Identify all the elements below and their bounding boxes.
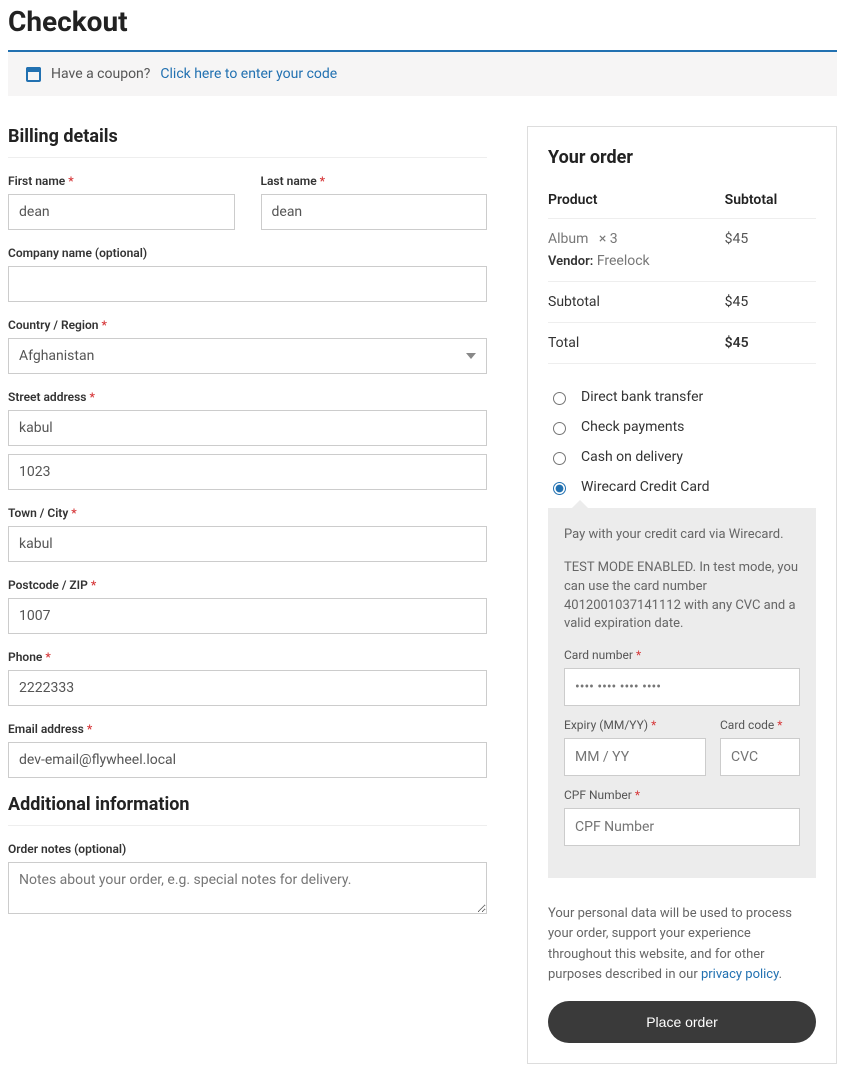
cpf-label: CPF Number *	[564, 788, 800, 802]
street2-input[interactable]	[8, 454, 487, 490]
radio-wirecard[interactable]	[553, 482, 566, 495]
item-line-total: $45	[725, 219, 816, 282]
coupon-prompt: Have a coupon?	[51, 66, 150, 82]
payment-option-check: Check payments	[548, 412, 816, 442]
order-summary-panel: Your order Product Subtotal Album × 3 Ve…	[527, 126, 837, 1064]
billing-heading: Billing details	[8, 126, 487, 147]
company-label: Company name (optional)	[8, 246, 487, 260]
payment-option-bank: Direct bank transfer	[548, 382, 816, 412]
order-heading: Your order	[548, 147, 816, 168]
item-qty	[592, 231, 599, 247]
privacy-text: Your personal data will be used to proce…	[548, 904, 816, 985]
street1-input[interactable]	[8, 410, 487, 446]
chevron-down-icon	[466, 353, 476, 359]
first-name-input[interactable]	[8, 194, 235, 230]
radio-check[interactable]	[553, 422, 566, 435]
radio-cod[interactable]	[553, 452, 566, 465]
expiry-label: Expiry (MM/YY) *	[564, 718, 706, 732]
card-number-input[interactable]	[564, 668, 800, 706]
city-input[interactable]	[8, 526, 487, 562]
place-order-button[interactable]: Place order	[548, 1001, 816, 1043]
notes-label: Order notes (optional)	[8, 842, 487, 856]
cpf-input[interactable]	[564, 808, 800, 846]
page-title: Checkout	[8, 5, 837, 38]
first-name-label: First name *	[8, 174, 235, 188]
expiry-input[interactable]	[564, 738, 706, 776]
cvc-input[interactable]	[720, 738, 800, 776]
coupon-link[interactable]: Click here to enter your code	[160, 66, 337, 82]
last-name-input[interactable]	[261, 194, 488, 230]
phone-input[interactable]	[8, 670, 487, 706]
order-line-item: Album × 3 Vendor: Freelock $45	[548, 219, 816, 282]
country-select[interactable]: Afghanistan	[8, 338, 487, 374]
order-table: Product Subtotal Album × 3 Vendor: Freel…	[548, 182, 816, 364]
vendor-label: Vendor:	[548, 254, 593, 269]
payment-option-wirecard: Wirecard Credit Card	[548, 472, 816, 502]
email-label: Email address *	[8, 722, 487, 736]
wirecard-panel: Pay with your credit card via Wirecard. …	[548, 508, 816, 878]
street-label: Street address *	[8, 390, 487, 404]
postcode-label: Postcode / ZIP *	[8, 578, 487, 592]
subtotal-value: $45	[725, 282, 816, 323]
payment-label: Wirecard Credit Card	[581, 479, 710, 495]
city-label: Town / City *	[8, 506, 487, 520]
payment-label: Check payments	[581, 419, 684, 435]
company-input[interactable]	[8, 266, 487, 302]
country-label: Country / Region *	[8, 318, 487, 332]
payment-label: Cash on delivery	[581, 449, 683, 465]
card-number-label: Card number *	[564, 648, 800, 662]
last-name-label: Last name *	[261, 174, 488, 188]
additional-heading: Additional information	[8, 794, 487, 815]
order-notes[interactable]	[8, 862, 487, 914]
total-value: $45	[725, 323, 816, 364]
privacy-link[interactable]: privacy policy	[701, 967, 779, 982]
vendor-name: Freelock	[597, 253, 650, 269]
cvc-label: Card code *	[720, 718, 800, 732]
radio-bank[interactable]	[553, 392, 566, 405]
payment-label: Direct bank transfer	[581, 389, 703, 405]
country-value: Afghanistan	[19, 348, 94, 364]
postcode-input[interactable]	[8, 598, 487, 634]
col-subtotal: Subtotal	[725, 182, 816, 219]
calendar-icon	[26, 67, 41, 82]
phone-label: Phone *	[8, 650, 487, 664]
payment-option-cod: Cash on delivery	[548, 442, 816, 472]
total-label: Total	[548, 323, 725, 364]
email-input[interactable]	[8, 742, 487, 778]
item-name: Album	[548, 231, 588, 247]
subtotal-label: Subtotal	[548, 282, 725, 323]
coupon-notice: Have a coupon? Click here to enter your …	[8, 50, 837, 96]
col-product: Product	[548, 182, 725, 219]
payment-methods: Direct bank transfer Check payments Cash…	[548, 382, 816, 502]
wirecard-desc: Pay with your credit card via Wirecard.	[564, 526, 800, 545]
wirecard-test-note: TEST MODE ENABLED. In test mode, you can…	[564, 559, 800, 634]
